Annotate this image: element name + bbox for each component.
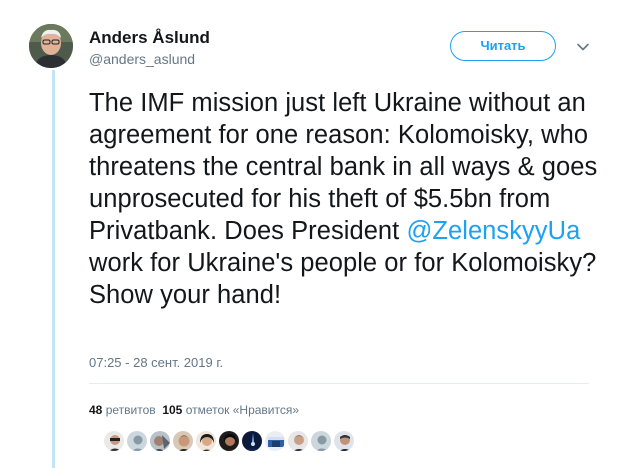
tweet-text: The IMF mission just left Ukraine withou… bbox=[89, 87, 609, 311]
liker-avatar[interactable] bbox=[149, 430, 171, 452]
likes-count: 105 bbox=[162, 403, 183, 417]
likes-label: отметок «Нравится» bbox=[185, 403, 300, 417]
mention-link[interactable]: @ZelenskyyUa bbox=[406, 217, 580, 245]
liker-avatar-10-icon bbox=[311, 431, 331, 451]
author-handle[interactable]: @anders_aslund bbox=[89, 51, 195, 67]
liker-avatar-4-icon bbox=[173, 431, 193, 451]
thread-line bbox=[52, 70, 55, 468]
author-avatar[interactable] bbox=[29, 24, 73, 68]
retweets-label: ретвитов bbox=[105, 403, 156, 417]
author-name[interactable]: Anders Åslund bbox=[89, 28, 210, 48]
liker-avatar[interactable] bbox=[310, 430, 332, 452]
profile-photo-icon bbox=[29, 24, 73, 68]
liker-avatar-9-icon bbox=[288, 431, 308, 451]
liker-avatar[interactable] bbox=[172, 430, 194, 452]
liker-avatar[interactable] bbox=[195, 430, 217, 452]
liker-avatar[interactable] bbox=[333, 430, 355, 452]
liker-avatar-7-icon bbox=[242, 431, 262, 451]
tweet-text-part: work for Ukraine's people or for Kolomoi… bbox=[89, 249, 597, 309]
retweets-stat[interactable]: 48 ретвитов bbox=[89, 403, 156, 417]
liker-avatar-1-icon bbox=[104, 431, 124, 451]
engagement-stats: 48 ретвитов 105 отметок «Нравится» bbox=[89, 403, 299, 417]
liker-avatar-5-icon bbox=[196, 431, 216, 451]
tweet-timestamp[interactable]: 07:25 - 28 сент. 2019 г. bbox=[89, 355, 223, 370]
liker-avatar-6-icon bbox=[219, 431, 239, 451]
follow-button[interactable]: Читать bbox=[450, 31, 556, 61]
liker-avatar[interactable] bbox=[287, 430, 309, 452]
liker-avatar[interactable] bbox=[103, 430, 125, 452]
likes-stat[interactable]: 105 отметок «Нравится» bbox=[162, 403, 299, 417]
divider bbox=[89, 383, 589, 384]
liker-avatar-3-icon bbox=[150, 431, 170, 451]
liker-avatar-8-icon bbox=[265, 431, 285, 451]
liker-avatar[interactable] bbox=[264, 430, 286, 452]
chevron-down-icon bbox=[577, 43, 589, 51]
more-options-button[interactable] bbox=[576, 40, 590, 54]
retweets-count: 48 bbox=[89, 403, 103, 417]
liker-avatar[interactable] bbox=[126, 430, 148, 452]
liker-avatar[interactable] bbox=[218, 430, 240, 452]
liker-avatar-11-icon bbox=[334, 431, 354, 451]
liker-avatar[interactable] bbox=[241, 430, 263, 452]
liker-avatar-2-icon bbox=[127, 431, 147, 451]
